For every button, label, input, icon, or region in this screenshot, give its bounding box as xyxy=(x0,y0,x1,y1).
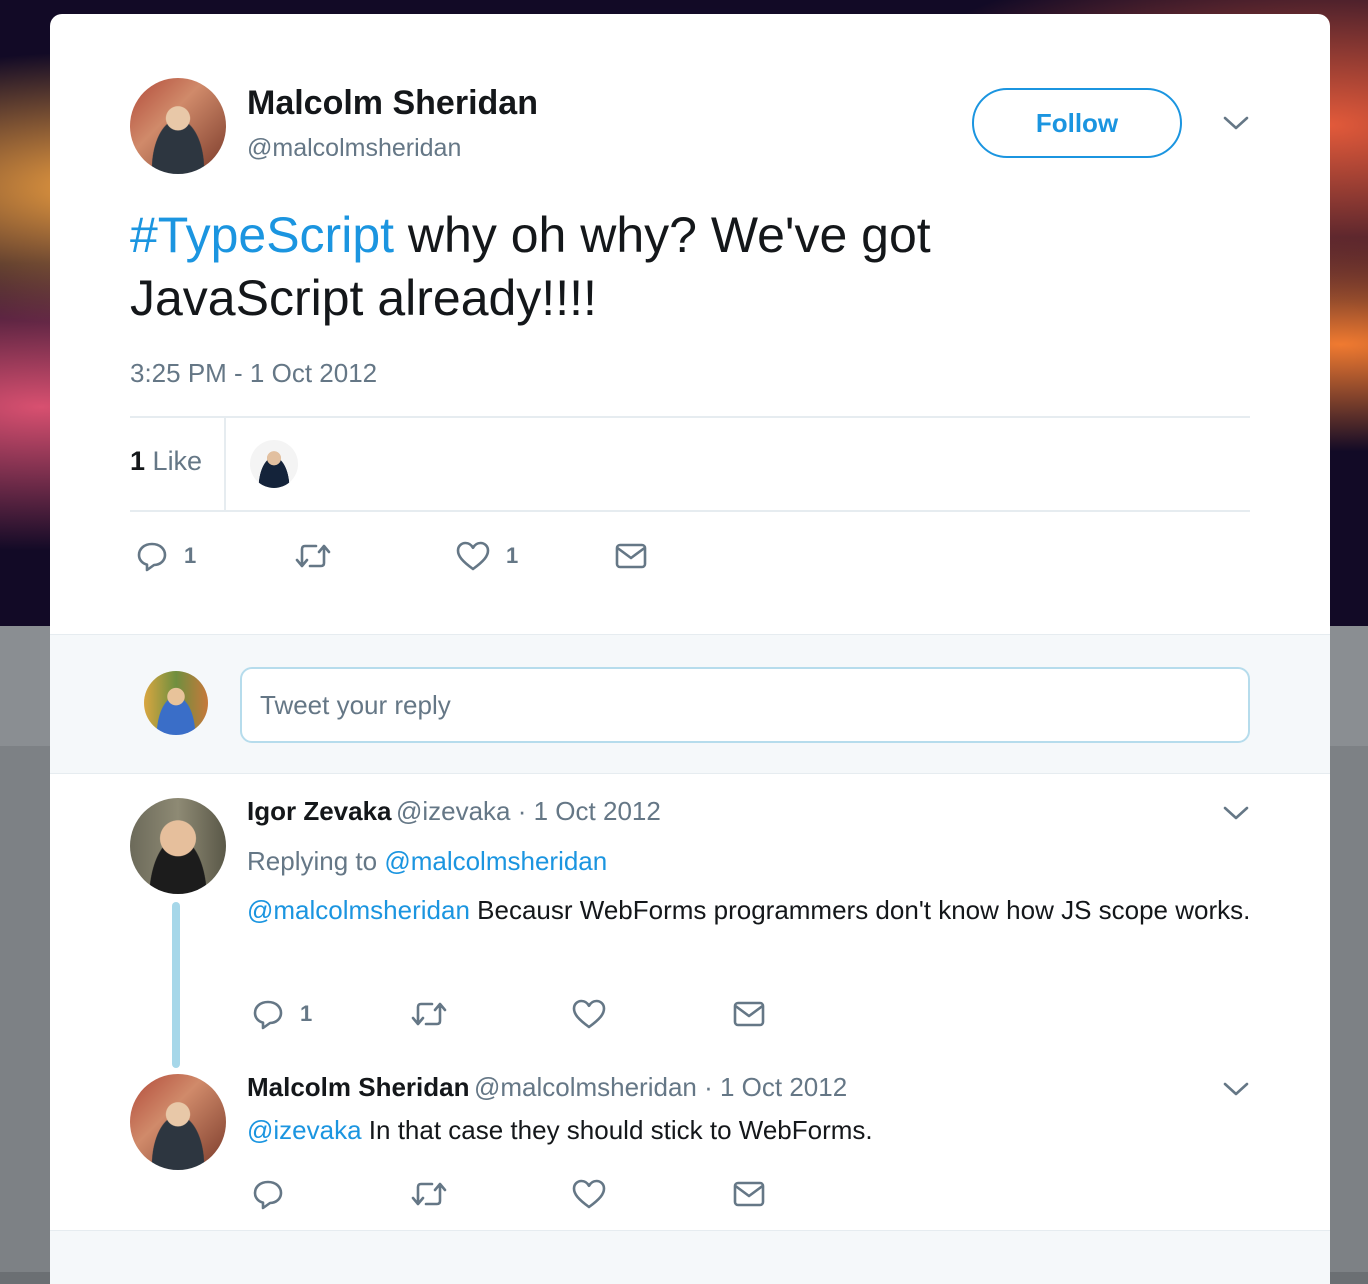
reply-header: Igor Zevaka @izevaka · 1 Oct 2012 xyxy=(247,796,661,827)
thread-line xyxy=(172,902,180,1068)
reply-icon xyxy=(253,1000,283,1030)
reply-avatar[interactable] xyxy=(130,1074,226,1170)
reply-composer xyxy=(50,634,1330,774)
mention-link[interactable]: @malcolmsheridan xyxy=(247,895,470,925)
reply-count: 1 xyxy=(184,543,197,568)
reply-avatar[interactable] xyxy=(130,798,226,894)
reply-header: Malcolm Sheridan @malcolmsheridan · 1 Oc… xyxy=(247,1072,847,1103)
like-button[interactable] xyxy=(572,998,606,1030)
stat-separator xyxy=(224,418,226,510)
divider xyxy=(130,416,1250,418)
reply-handle-date[interactable]: @malcolmsheridan · 1 Oct 2012 xyxy=(474,1072,847,1102)
reply-icon xyxy=(137,542,167,572)
like-button[interactable] xyxy=(572,1178,606,1210)
mention-link[interactable]: @izevaka xyxy=(247,1115,362,1145)
follow-button[interactable]: Follow xyxy=(972,88,1182,158)
reply-icon xyxy=(253,1180,283,1210)
reply-text: @izevaka In that case they should stick … xyxy=(247,1110,1257,1150)
message-icon xyxy=(615,543,647,569)
like-count: 1 xyxy=(506,543,519,568)
reply-handle-date[interactable]: @izevaka · 1 Oct 2012 xyxy=(396,796,661,826)
thread-footer xyxy=(50,1230,1330,1284)
author-name[interactable]: Malcolm Sheridan xyxy=(247,84,538,123)
message-icon xyxy=(733,1001,765,1027)
reply-button[interactable]: 1 xyxy=(252,998,312,1030)
like-icon xyxy=(572,1179,606,1209)
retweet-button[interactable] xyxy=(294,540,332,572)
message-button[interactable] xyxy=(614,540,648,572)
likes-label: Like xyxy=(152,446,203,476)
reply-input[interactable] xyxy=(240,667,1250,743)
tweet-modal: Malcolm Sheridan @malcolmsheridan Follow… xyxy=(50,14,1330,1284)
likes-count: 1 xyxy=(130,446,146,476)
reply-body: In that case they should stick to WebFor… xyxy=(361,1115,873,1145)
author-handle[interactable]: @malcolmsheridan xyxy=(247,134,461,163)
reply-button[interactable] xyxy=(252,1178,284,1210)
retweet-icon xyxy=(295,544,331,568)
current-user-avatar[interactable] xyxy=(144,671,208,735)
likes-stat[interactable]: 1 Like xyxy=(130,446,202,477)
retweet-icon xyxy=(411,1182,447,1206)
divider xyxy=(130,510,1250,512)
replying-label: Replying to xyxy=(247,846,385,876)
reply-button[interactable]: 1 xyxy=(136,540,196,572)
reply-count: 1 xyxy=(300,1001,313,1026)
replying-to: Replying to @malcolmsheridan xyxy=(247,846,607,877)
replying-to-link[interactable]: @malcolmsheridan xyxy=(384,846,607,876)
reply-author-name[interactable]: Igor Zevaka xyxy=(247,796,392,826)
like-button[interactable]: 1 xyxy=(456,540,518,572)
chevron-down-icon[interactable] xyxy=(1222,802,1250,829)
author-avatar[interactable] xyxy=(130,78,226,174)
chevron-down-icon[interactable] xyxy=(1222,1078,1250,1105)
reply-author-name[interactable]: Malcolm Sheridan xyxy=(247,1072,470,1102)
message-button[interactable] xyxy=(732,998,766,1030)
tweet-text: #TypeScript why oh why? We've got JavaSc… xyxy=(130,204,1130,330)
retweet-button[interactable] xyxy=(410,1178,448,1210)
like-icon xyxy=(456,541,490,571)
message-icon xyxy=(733,1181,765,1207)
hashtag-link[interactable]: #TypeScript xyxy=(130,207,394,263)
retweet-icon xyxy=(411,1002,447,1026)
message-button[interactable] xyxy=(732,1178,766,1210)
like-icon xyxy=(572,999,606,1029)
chevron-down-icon[interactable] xyxy=(1222,112,1250,139)
liker-avatar[interactable] xyxy=(250,440,298,488)
tweet-timestamp[interactable]: 3:25 PM - 1 Oct 2012 xyxy=(130,358,377,389)
retweet-button[interactable] xyxy=(410,998,448,1030)
reply-text: @malcolmsheridan Becausr WebForms progra… xyxy=(247,890,1257,930)
reply-body: Becausr WebForms programmers don't know … xyxy=(469,895,1251,925)
